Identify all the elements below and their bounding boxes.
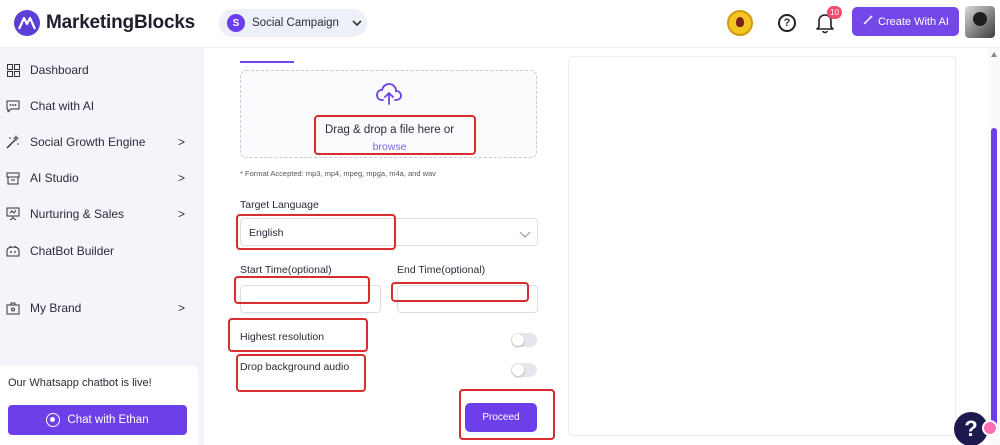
format-note: * Format Accepted: mp3, mp4, mpeg, mpga,… xyxy=(240,169,436,178)
presentation-icon xyxy=(6,207,20,221)
drop-background-audio-toggle[interactable] xyxy=(511,363,537,377)
sidebar-item-label: My Brand xyxy=(30,301,82,315)
start-time-label: Start Time(optional) xyxy=(240,264,332,276)
robot-icon xyxy=(6,244,20,258)
scrollbar-thumb[interactable] xyxy=(991,128,997,428)
campaign-selector[interactable]: S Social Campaign xyxy=(219,9,367,37)
annotation-box-drop-audio xyxy=(236,354,366,392)
chat-bubble-icon xyxy=(6,99,20,113)
brand-logo[interactable]: MarketingBlocks xyxy=(14,10,195,36)
sidebar: Dashboard Chat with AI Social Growth Eng… xyxy=(0,48,200,445)
whatsapp-icon xyxy=(46,413,61,427)
sidebar-item-social-growth-engine[interactable]: Social Growth Engine > xyxy=(0,127,200,157)
annotation-box-start-time xyxy=(234,276,370,304)
active-tab-indicator xyxy=(240,61,294,63)
sidebar-item-my-brand[interactable]: My Brand > xyxy=(0,293,200,323)
target-language-label: Target Language xyxy=(240,199,319,211)
sidebar-item-label: Nurturing & Sales xyxy=(30,207,125,221)
annotation-box-proceed xyxy=(459,389,555,440)
annotation-box-end-time xyxy=(391,282,529,302)
cloud-upload-icon xyxy=(376,83,402,105)
sidebar-item-nurturing-sales[interactable]: Nurturing & Sales > xyxy=(0,199,200,229)
dashboard-grid-icon xyxy=(6,63,20,77)
help-icon[interactable]: ? xyxy=(778,14,796,32)
annotation-box-highest-resolution xyxy=(228,318,368,352)
end-time-label: End Time(optional) xyxy=(397,264,486,276)
achievement-badge-icon[interactable] xyxy=(727,10,753,36)
sidebar-item-chat-with-ai[interactable]: Chat with AI xyxy=(0,91,200,121)
sidebar-item-label: Social Growth Engine xyxy=(30,135,146,149)
brand-name: MarketingBlocks xyxy=(46,12,196,33)
preview-panel xyxy=(568,56,956,436)
sidebar-item-label: Chat with AI xyxy=(30,99,95,113)
sidebar-item-label: ChatBot Builder xyxy=(30,244,115,258)
chat-notification-dot xyxy=(982,420,998,436)
sidebar-item-label: AI Studio xyxy=(30,171,79,185)
create-with-ai-label: Create With AI xyxy=(878,15,949,28)
chevron-down-icon xyxy=(352,18,362,29)
sidebar-item-chatbot-builder[interactable]: ChatBot Builder xyxy=(0,236,200,266)
chevron-right-icon: > xyxy=(178,207,186,221)
campaign-name: Social Campaign xyxy=(252,17,339,29)
promo-text: Our Whatsapp chatbot is live! xyxy=(8,377,152,389)
chevron-right-icon: > xyxy=(178,171,186,185)
chat-with-ethan-label: Chat with Ethan xyxy=(67,414,149,426)
user-avatar[interactable] xyxy=(965,6,995,38)
sidebar-item-label: Dashboard xyxy=(30,63,89,77)
scroll-up-arrow-icon[interactable] xyxy=(991,52,997,57)
create-with-ai-button[interactable]: Create With AI xyxy=(852,7,959,36)
studio-icon xyxy=(6,171,20,185)
chat-with-ethan-button[interactable]: Chat with Ethan xyxy=(8,405,187,435)
chevron-down-icon xyxy=(519,226,531,238)
chevron-right-icon: > xyxy=(178,301,186,315)
annotation-box-language xyxy=(236,214,396,250)
sidebar-item-dashboard[interactable]: Dashboard xyxy=(0,55,200,85)
notification-count-badge: 10 xyxy=(827,6,842,19)
chevron-right-icon: > xyxy=(178,135,186,149)
highest-resolution-toggle[interactable] xyxy=(511,333,537,347)
annotation-box-dropzone xyxy=(314,115,476,155)
magic-wand-icon xyxy=(862,14,874,29)
brand-mark-icon xyxy=(14,10,40,36)
magic-wand-icon xyxy=(6,135,20,149)
whatsapp-promo-card: Our Whatsapp chatbot is live! Chat with … xyxy=(0,366,198,445)
brand-icon xyxy=(6,301,20,315)
sidebar-item-ai-studio[interactable]: AI Studio > xyxy=(0,163,200,193)
top-bar: MarketingBlocks S Social Campaign ? 10 C… xyxy=(0,0,1000,48)
campaign-avatar: S xyxy=(227,14,245,32)
